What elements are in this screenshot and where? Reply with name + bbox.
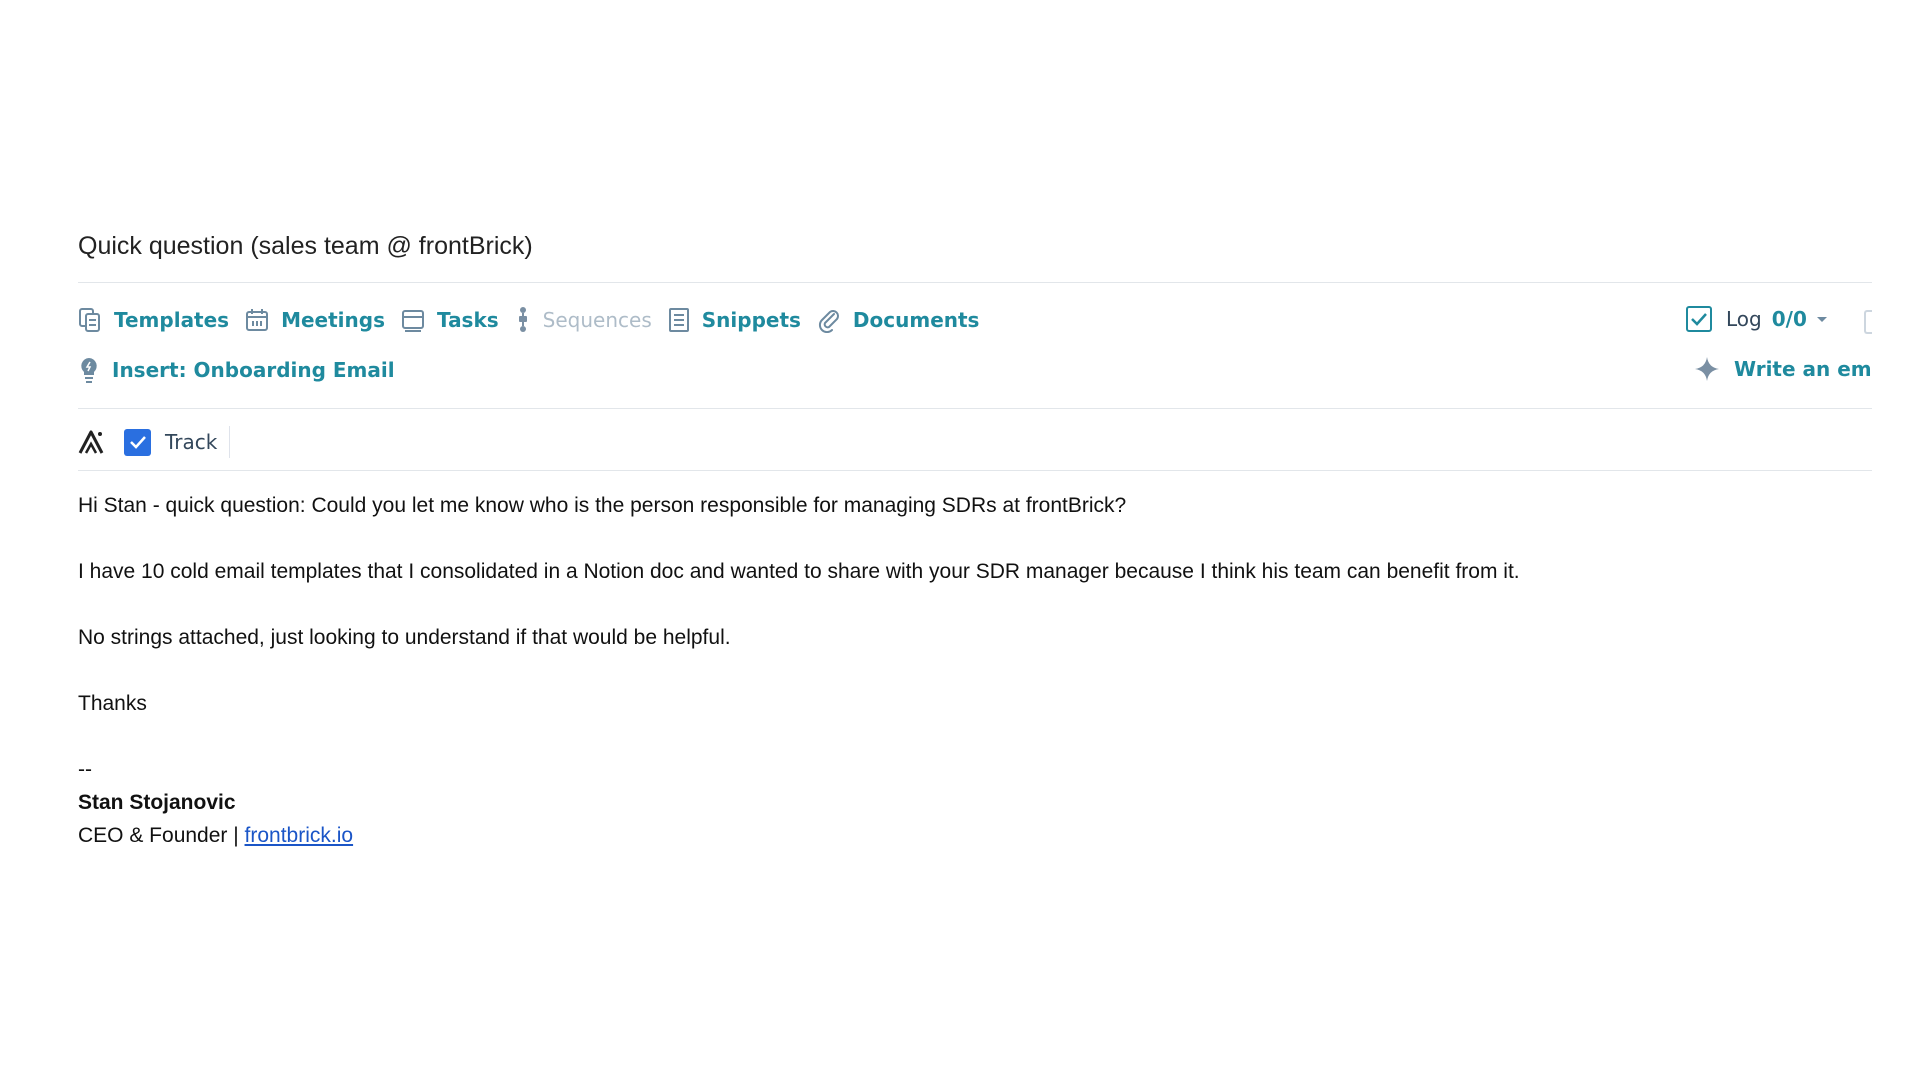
email-composer: Quick question (sales team @ frontBrick)…	[0, 0, 1920, 1080]
meetings-button[interactable]: Meetings	[245, 307, 385, 333]
chevron-down-icon[interactable]	[1815, 314, 1829, 324]
signature-separator: --	[78, 758, 92, 781]
divider-top	[78, 282, 1872, 283]
composer-toolbar: Templates Meetings Tasks Sequences Snipp…	[78, 306, 995, 334]
body-line-no-strings: No strings attached, just looking to und…	[78, 626, 731, 649]
signature-name: Stan Stojanovic	[78, 791, 236, 814]
documents-label: Documents	[852, 308, 980, 332]
tasks-button[interactable]: Tasks	[401, 307, 499, 333]
signature-title-line: CEO & Founder | frontbrick.io	[78, 824, 353, 848]
templates-icon	[79, 308, 100, 332]
insert-row: Insert: Onboarding Email	[78, 356, 411, 384]
sequences-button[interactable]: Sequences	[515, 306, 652, 334]
snippets-button[interactable]: Snippets	[668, 307, 801, 333]
tasks-icon	[402, 310, 424, 332]
insert-label: Insert: Onboarding Email	[112, 358, 395, 382]
signature-title: CEO & Founder |	[78, 824, 245, 847]
sequences-icon	[518, 307, 527, 332]
body-line-greeting: Hi Stan - quick question: Could you let …	[78, 494, 1127, 517]
divider-middle	[78, 408, 1872, 409]
body-line-offer: I have 10 cold email templates that I co…	[78, 560, 1520, 583]
write-email-ai-button[interactable]: Write an ema	[1694, 356, 1872, 382]
divider-bottom	[78, 470, 1872, 471]
checkmark-icon	[1691, 313, 1707, 326]
toolbar-separator	[229, 426, 231, 458]
calendar-icon	[246, 309, 269, 331]
log-checkbox[interactable]	[1686, 306, 1712, 332]
write-ai-label: Write an ema	[1734, 357, 1872, 381]
track-label: Track	[165, 430, 218, 454]
checkmark-icon	[129, 436, 146, 449]
sparkle-icon	[1695, 357, 1719, 381]
log-group: Log 0/0	[1686, 306, 1829, 332]
snippets-label: Snippets	[701, 308, 801, 332]
signature-link[interactable]: frontbrick.io	[245, 824, 354, 847]
tracking-row: Track	[78, 424, 231, 460]
lightbulb-icon	[81, 358, 97, 383]
templates-button[interactable]: Templates	[78, 307, 229, 333]
snippets-icon	[668, 308, 689, 332]
tasks-label: Tasks	[437, 308, 499, 332]
body-line-thanks: Thanks	[78, 692, 147, 715]
email-subject[interactable]: Quick question (sales team @ frontBrick)	[78, 232, 533, 261]
expand-icon[interactable]	[1864, 310, 1872, 334]
documents-button[interactable]: Documents	[817, 307, 980, 333]
logo-icon	[78, 430, 104, 454]
paperclip-icon	[818, 310, 839, 333]
insert-onboarding-email-button[interactable]: Insert: Onboarding Email	[78, 356, 395, 384]
log-count-dropdown[interactable]: 0/0	[1772, 307, 1807, 331]
meetings-label: Meetings	[281, 308, 385, 332]
sequences-label: Sequences	[542, 308, 652, 332]
templates-label: Templates	[114, 308, 230, 332]
track-checkbox[interactable]	[124, 428, 151, 456]
log-label: Log	[1726, 307, 1762, 331]
